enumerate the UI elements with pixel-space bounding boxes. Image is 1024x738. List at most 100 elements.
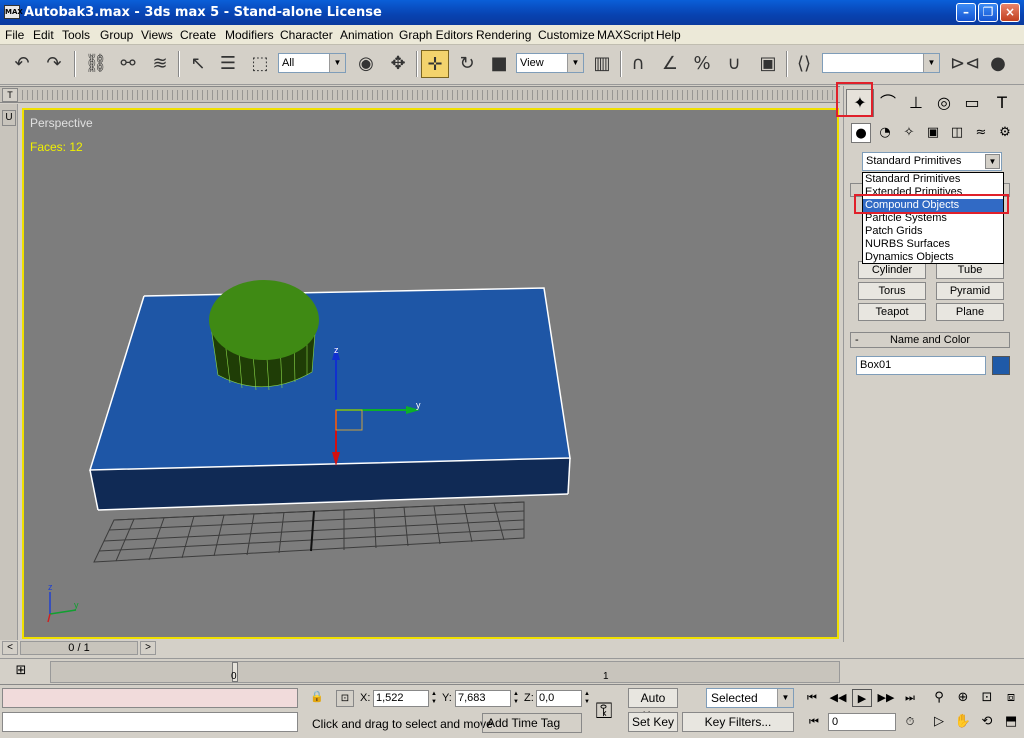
- current-frame-field[interactable]: 0: [828, 713, 896, 731]
- key-filters-button[interactable]: Key Filters...: [682, 712, 794, 732]
- menu-maxscript[interactable]: MAXScript: [597, 28, 654, 42]
- zoom-extents-all-icon[interactable]: ⧈: [1000, 688, 1022, 708]
- teapot-button[interactable]: Teapot: [858, 303, 926, 321]
- time-configuration-icon[interactable]: ⏱: [900, 713, 920, 731]
- hierarchy-panel-tab[interactable]: ⊥: [902, 89, 930, 117]
- track-view-icon[interactable]: ⊞: [12, 663, 30, 679]
- play-icon[interactable]: ▶: [852, 689, 872, 707]
- scene-canvas[interactable]: z y z y: [24, 110, 837, 637]
- menu-tools[interactable]: Tools: [62, 28, 90, 42]
- object-color-swatch[interactable]: [992, 356, 1010, 375]
- plane-button[interactable]: Plane: [936, 303, 1004, 321]
- absolute-mode-icon[interactable]: ⊡: [336, 690, 354, 707]
- named-selection-dropdown[interactable]: ▼: [822, 53, 940, 73]
- go-to-start-icon[interactable]: ⏮: [802, 689, 822, 707]
- z-coord-field[interactable]: 0,0: [536, 690, 582, 707]
- named-selection-sets-icon[interactable]: ⟨⟩: [790, 50, 818, 78]
- name-color-rollout-header[interactable]: - Name and Color: [850, 332, 1010, 348]
- viewport-label[interactable]: Perspective: [30, 116, 93, 130]
- bind-space-warp-icon[interactable]: ≋: [146, 50, 174, 78]
- mirror-icon[interactable]: ⊳⊲: [950, 50, 980, 78]
- select-and-scale-icon[interactable]: ■: [485, 50, 513, 78]
- perspective-viewport[interactable]: z y z y Perspective Faces: 12: [22, 108, 839, 639]
- systems-icon[interactable]: ⚙: [995, 123, 1015, 143]
- maximize-viewport-icon[interactable]: ⬒: [1000, 712, 1022, 732]
- menu-modifiers[interactable]: Modifiers: [225, 28, 274, 42]
- select-and-move-icon[interactable]: ✛: [421, 50, 449, 78]
- category-option-patch-grids[interactable]: Patch Grids: [863, 225, 1003, 238]
- object-name-field[interactable]: Box01: [856, 356, 986, 375]
- snap-3d-icon[interactable]: ∩: [624, 50, 652, 78]
- percent-snap-icon[interactable]: %: [688, 50, 716, 78]
- key-mode-toggle-icon[interactable]: ⏮: [804, 713, 824, 731]
- cameras-icon[interactable]: ▣: [923, 123, 943, 143]
- auto-key-button[interactable]: Auto Key: [628, 688, 678, 723]
- close-button[interactable]: ×: [1000, 3, 1020, 22]
- menu-help[interactable]: Help: [656, 28, 681, 42]
- unlink-icon[interactable]: ⚯: [114, 50, 142, 78]
- zoom-extents-icon[interactable]: ⊡: [976, 688, 998, 708]
- track-toggle-button[interactable]: T: [2, 88, 18, 102]
- next-frame-icon[interactable]: ▶▶: [876, 689, 896, 707]
- modify-panel-tab[interactable]: ⌒: [874, 89, 902, 117]
- torus-button[interactable]: Torus: [858, 282, 926, 300]
- y-spinner[interactable]: ▲ ▼: [512, 690, 520, 707]
- select-and-rotate-icon[interactable]: ↻: [453, 50, 481, 78]
- maxscript-listener-output[interactable]: [2, 688, 298, 708]
- previous-frame-icon[interactable]: ◀◀: [828, 689, 848, 707]
- add-time-tag-button[interactable]: Add Time Tag: [482, 713, 582, 733]
- pivot-center-icon[interactable]: ▥: [588, 50, 616, 78]
- track-ruler[interactable]: [22, 90, 838, 100]
- menu-views[interactable]: Views: [141, 28, 173, 42]
- category-option-nurbs-surfaces[interactable]: NURBS Surfaces: [863, 238, 1003, 251]
- menu-file[interactable]: File: [5, 28, 24, 42]
- motion-panel-tab[interactable]: ◎: [930, 89, 958, 117]
- field-of-view-icon[interactable]: ▷: [928, 712, 950, 732]
- zoom-icon[interactable]: ⚲: [928, 688, 950, 708]
- edit-named-selection-icon[interactable]: ▣: [754, 50, 782, 78]
- time-slider-prev-button[interactable]: <: [2, 641, 18, 655]
- select-and-link-icon[interactable]: ⛓: [82, 50, 110, 78]
- zoom-all-icon[interactable]: ⊕: [952, 688, 974, 708]
- menu-customize[interactable]: Customize: [538, 28, 595, 42]
- viewport-toggle-button[interactable]: U: [2, 110, 16, 126]
- menu-character[interactable]: Character: [280, 28, 333, 42]
- window-crossing-icon[interactable]: ◉: [352, 50, 380, 78]
- undo-icon[interactable]: ↶: [8, 50, 36, 78]
- menu-create[interactable]: Create: [180, 28, 216, 42]
- lock-icon[interactable]: 🔒: [308, 690, 326, 707]
- reference-coordinate-dropdown[interactable]: View ▼: [516, 53, 584, 73]
- angle-snap-icon[interactable]: ∠: [656, 50, 684, 78]
- select-and-manipulate-icon[interactable]: ✥: [384, 50, 412, 78]
- minimize-button[interactable]: –: [956, 3, 976, 22]
- category-option-standard-primitives[interactable]: Standard Primitives: [863, 173, 1003, 186]
- set-key-icon[interactable]: ⚿: [584, 699, 624, 729]
- menu-animation[interactable]: Animation: [340, 28, 393, 42]
- go-to-end-icon[interactable]: ⏭: [900, 689, 920, 707]
- utilities-panel-tab[interactable]: T: [988, 89, 1016, 117]
- display-panel-tab[interactable]: ▭: [958, 89, 986, 117]
- time-slider-thumb[interactable]: 0 / 1: [20, 641, 138, 655]
- category-option-dynamics-objects[interactable]: Dynamics Objects: [863, 251, 1003, 264]
- menu-graph-editors[interactable]: Graph Editors: [399, 28, 473, 42]
- select-by-name-icon[interactable]: ☰: [214, 50, 242, 78]
- selection-filter-dropdown[interactable]: All ▼: [278, 53, 346, 73]
- helpers-icon[interactable]: ◫: [947, 123, 967, 143]
- x-spinner[interactable]: ▲ ▼: [430, 690, 438, 707]
- menu-rendering[interactable]: Rendering: [476, 28, 531, 42]
- set-key-button[interactable]: Set Key: [628, 712, 678, 732]
- arc-rotate-icon[interactable]: ⟲: [976, 712, 998, 732]
- geometry-icon[interactable]: ●: [851, 123, 871, 143]
- menu-edit[interactable]: Edit: [33, 28, 54, 42]
- redo-icon[interactable]: ↷: [40, 50, 68, 78]
- restore-button[interactable]: ❐: [978, 3, 998, 22]
- pyramid-button[interactable]: Pyramid: [936, 282, 1004, 300]
- material-editor-icon[interactable]: ●: [984, 50, 1012, 78]
- object-category-dropdown[interactable]: Standard Primitives ▼: [862, 152, 1002, 171]
- maxscript-listener-input[interactable]: [2, 712, 298, 732]
- pan-icon[interactable]: ✋: [952, 712, 974, 732]
- select-object-icon[interactable]: ↖: [184, 50, 212, 78]
- space-warps-icon[interactable]: ≈: [971, 123, 991, 143]
- key-mode-dropdown[interactable]: Selected ▼: [706, 688, 794, 708]
- lights-icon[interactable]: ✧: [899, 123, 919, 143]
